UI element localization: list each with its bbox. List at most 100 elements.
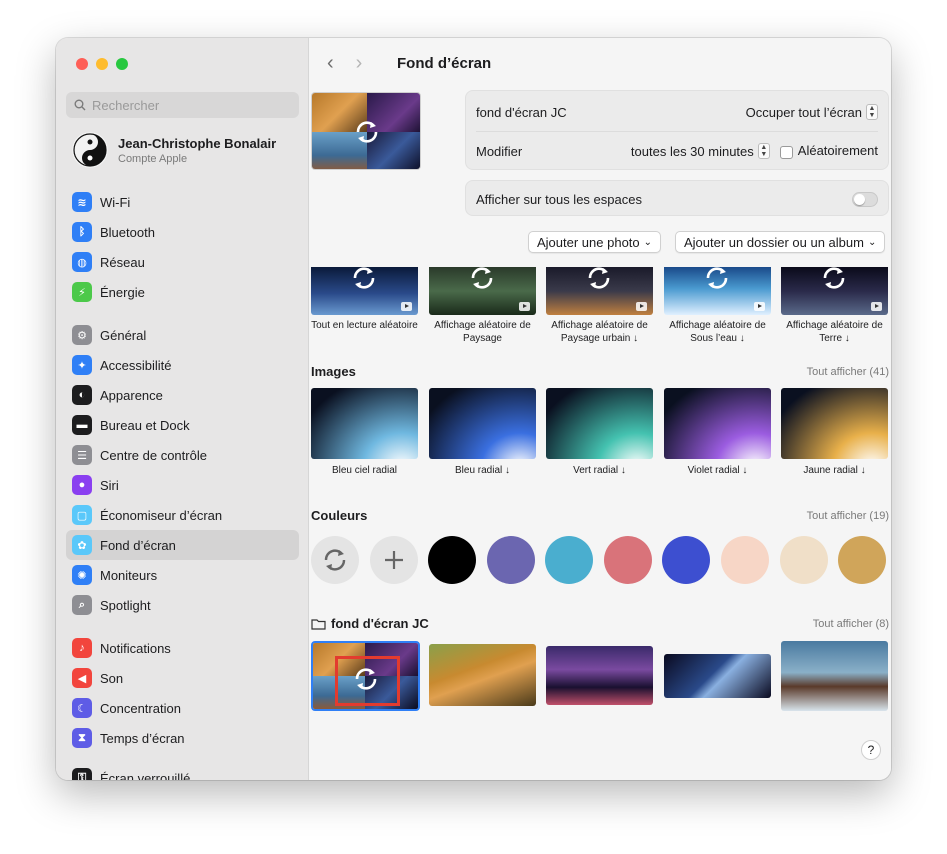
add-photo-label: Ajouter une photo: [537, 234, 640, 250]
shuffle-thumb[interactable]: [664, 267, 771, 315]
image-thumb[interactable]: [781, 388, 888, 459]
folder-thumb-horses[interactable]: [781, 641, 888, 711]
image-thumb[interactable]: [546, 388, 653, 459]
sidebar-item-label: Centre de contrôle: [100, 447, 207, 463]
bluetooth-icon: ᛒ: [72, 222, 92, 242]
sidebar-item-display[interactable]: ✺ Moniteurs: [66, 560, 299, 590]
folder-title: fond d'écran JC: [331, 616, 429, 631]
search-input[interactable]: [92, 97, 282, 113]
add-folder-label: Ajouter un dossier ou un album: [684, 234, 864, 250]
minimize-button[interactable]: [96, 58, 108, 70]
images-show-all[interactable]: Tout afficher (41): [807, 366, 889, 378]
image-caption: Vert radial ↓: [573, 465, 626, 476]
zoom-button[interactable]: [116, 58, 128, 70]
shuffle-thumb[interactable]: [781, 267, 888, 315]
sidebar-item-label: Économiseur d’écran: [100, 507, 223, 523]
sidebar-item-dock[interactable]: ▬ Bureau et Dock: [66, 410, 299, 440]
chevron-down-icon: ⌄: [643, 236, 653, 248]
modify-label: Modifier: [476, 143, 523, 159]
sidebar-item-bell[interactable]: ♪ Notifications: [66, 633, 299, 663]
settings-window: Jean-Christophe Bonalair Compte Apple ≋ W…: [56, 38, 891, 780]
hourglass-icon: ⧗: [72, 728, 92, 748]
folder-thumb-diver[interactable]: [664, 654, 771, 698]
back-chevron-icon[interactable]: ‹: [327, 52, 334, 75]
color-swatch[interactable]: [428, 536, 476, 584]
fill-mode-popup[interactable]: Occuper tout l’écran ▲ ▼: [746, 104, 878, 120]
nav-arrows: ‹ ›: [327, 52, 362, 75]
popup-stepper-icon: ▲ ▼: [757, 143, 770, 159]
video-icon: [636, 302, 647, 311]
sidebar-item-label: Accessibilité: [100, 357, 172, 373]
sidebar-item-appearance[interactable]: ◐ Apparence: [66, 380, 299, 410]
sidebar-item-label: Concentration: [100, 700, 181, 716]
folder-thumb-city[interactable]: [546, 646, 653, 705]
all-spaces-toggle[interactable]: [852, 191, 878, 207]
sidebar-item-hourglass[interactable]: ⧗ Temps d’écran: [66, 723, 299, 753]
account-subtitle: Compte Apple: [118, 152, 188, 165]
sidebar-item-moon[interactable]: ☾ Concentration: [66, 693, 299, 723]
help-button[interactable]: ?: [861, 740, 881, 760]
appearance-icon: ◐: [72, 385, 92, 405]
folder-show-all[interactable]: Tout afficher (8): [813, 618, 889, 630]
sidebar-item-gear[interactable]: ⚙ Général: [66, 320, 299, 350]
interval-popup[interactable]: toutes les 30 minutes ▲ ▼: [631, 143, 770, 159]
shuffle-icon: [823, 267, 845, 289]
sidebar-item-lock[interactable]: ⚿ Écran verrouillé: [66, 763, 299, 780]
color-swatch[interactable]: [838, 536, 887, 584]
random-label: Aléatoirement: [797, 143, 878, 159]
sidebar-item-label: Spotlight: [100, 597, 151, 613]
sidebar-item-label: Réseau: [100, 254, 145, 270]
image-caption: Bleu ciel radial: [331, 465, 398, 476]
apple-account[interactable]: Jean-Christophe Bonalair Compte Apple: [72, 132, 276, 168]
folder-shuffle-thumb[interactable]: [311, 641, 420, 711]
shuffle-icon: [706, 267, 728, 289]
color-swatch[interactable]: [662, 536, 711, 584]
sidebar-item-siri[interactable]: ● Siri: [66, 470, 299, 500]
screensaver-icon: ▢: [72, 505, 92, 525]
shuffle-thumb[interactable]: [311, 267, 418, 315]
battery-icon: ⚡: [72, 282, 92, 302]
shuffle-thumb[interactable]: [429, 267, 536, 315]
sidebar-item-battery[interactable]: ⚡ Énergie: [66, 277, 299, 307]
sidebar-item-spotlight[interactable]: ⌕ Spotlight: [66, 590, 299, 620]
add-photo-button[interactable]: Ajouter une photo ⌄: [528, 231, 662, 253]
add-color-button[interactable]: [370, 536, 418, 584]
search-icon: [74, 99, 86, 111]
folder-icon: [311, 618, 326, 630]
sidebar-item-screensaver[interactable]: ▢ Économiseur d’écran: [66, 500, 299, 530]
sidebar-item-wifi[interactable]: ≋ Wi-Fi: [66, 187, 299, 217]
sidebar-item-speaker[interactable]: ◀ Son: [66, 663, 299, 693]
random-checkbox[interactable]: Aléatoirement: [779, 143, 878, 159]
interval-value: toutes les 30 minutes: [630, 143, 754, 159]
wallpaper-icon: ✿: [72, 535, 92, 555]
forward-chevron-icon[interactable]: ›: [356, 52, 363, 75]
shuffle-colors-button[interactable]: [311, 536, 359, 584]
search-field[interactable]: [66, 92, 299, 118]
add-folder-button[interactable]: Ajouter un dossier ou un album ⌄: [675, 231, 886, 253]
sidebar-item-globe[interactable]: ◍ Réseau: [66, 247, 299, 277]
image-thumb[interactable]: [311, 388, 418, 459]
image-thumb[interactable]: [429, 388, 536, 459]
wallpaper-preview[interactable]: [311, 92, 421, 170]
sidebar-item-bluetooth[interactable]: ᛒ Bluetooth: [66, 217, 299, 247]
shuffle-icon: [356, 121, 378, 143]
color-swatch[interactable]: [486, 536, 535, 584]
colors-show-all[interactable]: Tout afficher (19): [807, 510, 889, 522]
video-icon: [754, 302, 765, 311]
image-thumb[interactable]: [664, 388, 771, 459]
sidebar-item-wallpaper[interactable]: ✿ Fond d’écran: [66, 530, 299, 560]
color-swatch[interactable]: [779, 536, 828, 584]
sidebar-item-accessibility[interactable]: ✦ Accessibilité: [66, 350, 299, 380]
sidebar-item-control-center[interactable]: ☰ Centre de contrôle: [66, 440, 299, 470]
speaker-icon: ◀: [72, 668, 92, 688]
shuffle-thumb[interactable]: [546, 267, 653, 315]
folder-thumb-tiger[interactable]: [429, 644, 536, 706]
color-swatch[interactable]: [545, 536, 594, 584]
control-center-icon: ☰: [72, 445, 92, 465]
close-button[interactable]: [76, 58, 88, 70]
color-swatch[interactable]: [721, 536, 769, 584]
wifi-icon: ≋: [72, 192, 92, 212]
colors-title: Couleurs: [311, 508, 368, 523]
color-swatch[interactable]: [603, 536, 652, 584]
display-icon: ✺: [72, 565, 92, 585]
